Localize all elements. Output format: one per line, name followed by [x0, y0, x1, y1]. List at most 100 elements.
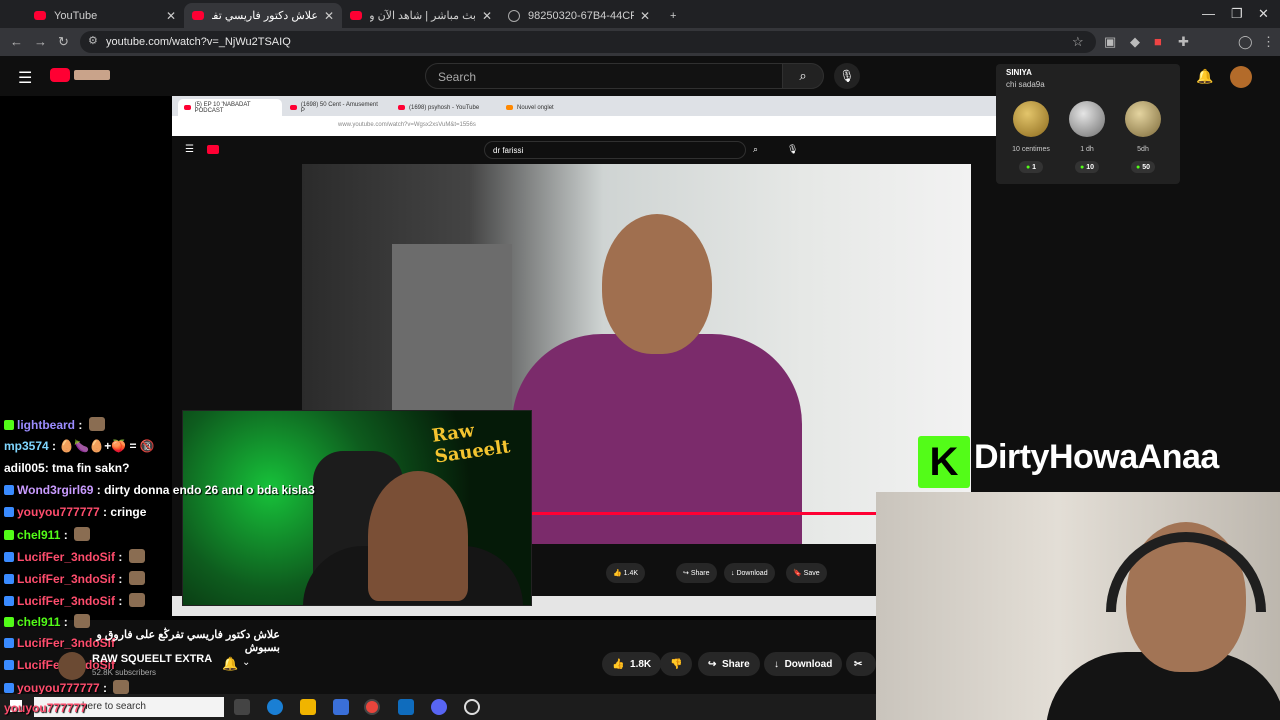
share-button[interactable]: ↪ Share: [698, 652, 760, 676]
tab-live[interactable]: بث مباشر | شاهد الآن وقائع ال ✕: [342, 3, 500, 28]
inner-action-row: 👍 1.4K ↪ Share ↓ Download 🔖 Save: [600, 563, 860, 583]
badge-icon: [4, 660, 14, 670]
youtube-logo[interactable]: [50, 68, 70, 82]
channel-name[interactable]: RAW SQUEELT EXTRA: [92, 653, 212, 665]
donation-subtitle: chi sada9a: [1006, 80, 1045, 89]
restore-icon[interactable]: ❐: [1231, 6, 1243, 22]
store-icon[interactable]: [333, 699, 349, 715]
chat-user: mp3574: [4, 439, 49, 453]
dislike-button[interactable]: 👎: [660, 652, 693, 676]
inner-tab-label: (1698) 50 Cent - Amusement P: [300, 101, 378, 114]
inner-share-button: ↪ Share: [676, 563, 717, 583]
inner-tab: (1698) psyhosh - YouTube: [392, 99, 496, 116]
inner-tab-label: (1698) psyhosh - YouTube: [409, 104, 480, 111]
obs-icon[interactable]: [464, 699, 480, 715]
mic-icon: 🎙: [787, 144, 799, 154]
badge-icon: [4, 638, 14, 648]
more-menu-icon[interactable]: ⋮: [1262, 34, 1275, 50]
tab-label: علاش دكتور فاريسي تفرڭع عل...: [212, 10, 318, 22]
kick-logo: K: [918, 436, 970, 488]
minimize-icon[interactable]: —: [1202, 6, 1215, 21]
tab-youtube[interactable]: YouTube ✕: [26, 3, 184, 28]
download-button[interactable]: ↓ Download: [764, 652, 843, 676]
task-view-icon[interactable]: [234, 699, 250, 715]
streamer-webcam: Raw Saueelt: [182, 410, 532, 606]
youtube-doodle[interactable]: [74, 70, 110, 80]
youtube-favicon: [192, 11, 204, 20]
voice-search-button[interactable]: 🎙: [834, 63, 860, 89]
edge-icon[interactable]: [267, 699, 283, 715]
reload-icon[interactable]: ↻: [58, 34, 69, 50]
coin-1-dh[interactable]: [1069, 101, 1105, 137]
extension-icon[interactable]: ■: [1154, 34, 1162, 49]
tab-guid[interactable]: 98250320-67B4-44CF-8162-AE ✕: [500, 3, 658, 28]
discord-icon[interactable]: [431, 699, 447, 715]
chat-text: 🥚🍆🥚+🍑 = 🔞: [59, 439, 155, 453]
bell-icon[interactable]: 🔔: [222, 656, 238, 672]
search-button[interactable]: ⌕: [782, 63, 824, 89]
coin-label: 5dh: [1137, 146, 1149, 153]
close-tab-icon[interactable]: ✕: [482, 9, 492, 23]
inner-tab: Nouvel onglet: [500, 99, 604, 116]
coin-amount: 1: [1032, 163, 1037, 171]
bookmark-star-icon[interactable]: ☆: [1072, 34, 1084, 50]
streamer-face: [368, 471, 468, 601]
like-button[interactable]: 👍 1.8K: [602, 652, 662, 676]
close-icon[interactable]: ✕: [1258, 6, 1269, 22]
close-tab-icon[interactable]: ✕: [166, 9, 176, 23]
clip-button[interactable]: ✂: [846, 652, 876, 676]
file-explorer-icon[interactable]: [300, 699, 316, 715]
channel-avatar[interactable]: [58, 652, 86, 680]
chat-message: youyou777777 :: [4, 680, 130, 695]
address-bar[interactable]: youtube.com/watch?v=_NjWu2TSAIQ: [80, 31, 1096, 53]
youtube-favicon: [350, 11, 362, 20]
inner-save-button: 🔖 Save: [786, 563, 827, 583]
emote-icon: [128, 549, 145, 563]
chat-message: LucifFer_3ndoSif :: [4, 593, 145, 608]
chat-user: youyou777777: [4, 701, 87, 715]
inner-tab-label: Nouvel onglet: [517, 104, 554, 111]
coin-amount-badge: ● 1: [1019, 161, 1043, 173]
chevron-down-icon[interactable]: ⌄: [242, 657, 250, 668]
avatar[interactable]: [1230, 66, 1252, 88]
close-tab-icon[interactable]: ✕: [640, 9, 650, 23]
close-tab-icon[interactable]: ✕: [324, 9, 334, 23]
coin-amount: 10: [1086, 163, 1094, 171]
badge-icon: [4, 485, 14, 495]
neon-logo: Raw Saueelt: [430, 420, 512, 468]
coin-label: 1 dh: [1080, 146, 1094, 153]
site-info-icon[interactable]: ⚙: [88, 34, 98, 47]
chat-user: adil005: [4, 461, 45, 475]
youtube-logo: [207, 145, 219, 154]
new-tab-button[interactable]: +: [662, 3, 684, 28]
chat-message: chel911 :: [4, 614, 91, 629]
translate-icon[interactable]: ▣: [1104, 34, 1116, 50]
badge-icon: [4, 596, 14, 606]
menu-icon[interactable]: ☰: [18, 68, 32, 88]
emote-icon: [74, 614, 91, 628]
progress-bar[interactable]: [530, 512, 876, 515]
emote-icon: [113, 680, 130, 694]
tab-current-video[interactable]: علاش دكتور فاريسي تفرڭع عل... ✕: [184, 3, 342, 28]
outlook-icon[interactable]: [398, 699, 414, 715]
video-title: علاش دكتور فاريسي تفرڭع على فاروق و بسبو…: [96, 629, 280, 654]
inner-like-button: 👍 1.4K: [606, 563, 646, 583]
coin-5-dh[interactable]: [1125, 101, 1161, 137]
search-input[interactable]: Search: [425, 63, 783, 89]
chat-text: cringe: [110, 505, 147, 519]
emote-icon: [128, 571, 145, 585]
extension-icon[interactable]: ◆: [1130, 34, 1140, 50]
forward-icon[interactable]: →: [34, 34, 47, 49]
chrome-icon[interactable]: [364, 699, 380, 715]
profile-icon[interactable]: ◯: [1238, 34, 1253, 50]
donation-title: SINIYA: [1006, 68, 1032, 77]
bell-icon[interactable]: 🔔: [1196, 68, 1213, 85]
emote-icon: [88, 417, 105, 431]
back-icon[interactable]: ←: [10, 34, 23, 49]
extensions-puzzle-icon[interactable]: ✚: [1178, 34, 1189, 50]
coin-10-centimes[interactable]: [1013, 101, 1049, 137]
headphones: [1106, 532, 1266, 612]
taskbar-search-text: here to search: [82, 701, 146, 712]
chat-user: youyou777777: [17, 505, 100, 519]
chat-user: lightbeard: [17, 418, 76, 432]
